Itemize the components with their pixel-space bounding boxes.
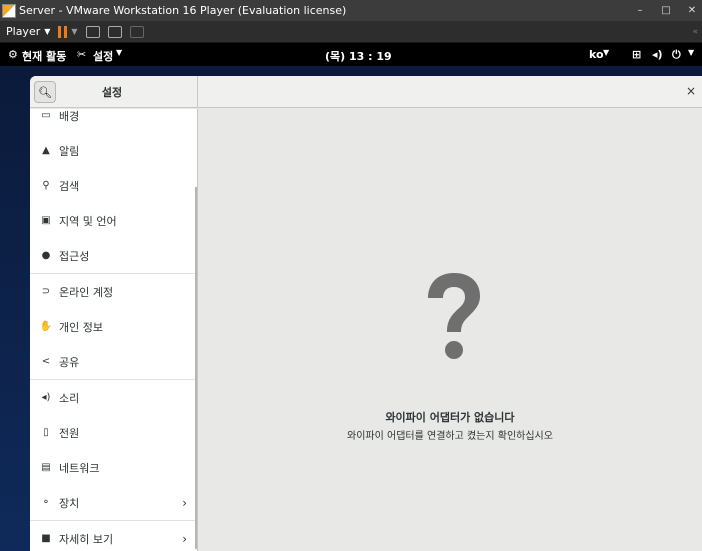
sidebar-item-online-accounts[interactable]: ⊃ 온라인 계정 (30, 274, 195, 309)
sidebar-item-sharing[interactable]: < 공유 (30, 344, 195, 379)
sidebar-item-label: 접근성 (59, 249, 90, 263)
sidebar-item-devices[interactable]: ⚬ 장치 › (30, 485, 195, 520)
system-menu-chevron-icon[interactable]: ▼ (688, 48, 694, 57)
search-icon: 🔍︎ (38, 85, 52, 99)
sidebar-item-notifications[interactable]: ▲ 알림 (30, 133, 195, 168)
close-window-button[interactable]: ✕ (678, 0, 702, 21)
speaker-icon: ◂) (41, 392, 51, 403)
sidebar-item-label: 알림 (59, 144, 80, 158)
vmware-logo-icon (2, 3, 16, 18)
power-menu-icon[interactable]: ⏻ (672, 48, 681, 62)
expand-toolbar-icon[interactable]: « (692, 27, 698, 37)
gnome-topbar: ⚙ 현재 활동 ✂ 설정 ▼ (목) 13 : 19 ko ▼ ⊞ ◂) ⏻ ▼ (0, 44, 702, 66)
power-icon: ▯ (43, 427, 49, 438)
accessibility-icon: ● (41, 250, 51, 261)
share-icon: < (41, 356, 51, 367)
sidebar-item-sound[interactable]: ◂) 소리 (30, 380, 195, 415)
sidebar-item-label: 네트워크 (59, 461, 100, 475)
sidebar-item-search[interactable]: ⚲ 검색 (30, 168, 195, 203)
fullscreen-icon[interactable] (107, 25, 122, 38)
settings-sidebar: ▭ 배경 ▲ 알림 ⚲ 검색 ▣ 지역 및 언어 ● 접근성 ⊃ 온라인 계정 … (30, 109, 198, 551)
region-icon: ▣ (41, 215, 51, 226)
search-icon: ⚲ (42, 180, 50, 191)
clock[interactable]: (목) 13 : 19 (325, 48, 392, 64)
sidebar-item-label: 소리 (59, 391, 80, 405)
app-menu-chevron-icon[interactable]: ▼ (116, 48, 122, 57)
sidebar-item-label: 배경 (59, 109, 80, 123)
pause-icon[interactable] (58, 25, 68, 38)
sidebar-item-details[interactable]: ■ 자세히 보기 › (30, 521, 195, 551)
vmware-toolbar: Player ▼ ▼ « (0, 21, 702, 43)
sidebar-item-label: 장치 (59, 496, 80, 510)
network-icon: ▤ (41, 462, 51, 473)
sidebar-item-label: 전원 (59, 426, 80, 440)
question-mark-icon (428, 273, 480, 359)
settings-app-icon: ✂ (77, 48, 87, 61)
window-title: Server - VMware Workstation 16 Player (E… (19, 4, 347, 17)
player-menu[interactable]: Player (6, 25, 40, 38)
sidebar-item-label: 검색 (59, 179, 80, 193)
sidebar-item-network[interactable]: ▤ 네트워크 (30, 450, 195, 485)
details-icon: ■ (41, 533, 51, 544)
sidebar-item-label: 자세히 보기 (59, 532, 114, 546)
sidebar-item-region-language[interactable]: ▣ 지역 및 언어 (30, 203, 195, 238)
no-wifi-adapter-subtitle: 와이파이 어댑터를 연결하고 켰는지 확인하십시오 (347, 431, 553, 442)
devices-icon: ⚬ (41, 497, 51, 508)
volume-icon[interactable]: ◂) (652, 48, 663, 61)
sidebar-item-power[interactable]: ▯ 전원 (30, 415, 195, 450)
sidebar-item-background[interactable]: ▭ 배경 (30, 98, 195, 133)
sidebar-item-label: 지역 및 언어 (59, 214, 117, 228)
unity-icon[interactable] (129, 25, 144, 38)
activities-button[interactable]: 현재 활동 (22, 48, 66, 64)
input-language[interactable]: ko (589, 48, 604, 61)
lang-chevron-icon[interactable]: ▼ (603, 48, 609, 57)
close-button[interactable]: × (686, 84, 696, 98)
send-ctrl-alt-del-icon[interactable] (85, 25, 100, 38)
sidebar-item-label: 온라인 계정 (59, 285, 114, 299)
privacy-icon: ✋ (39, 321, 53, 332)
network-status-icon[interactable]: ⊞ (632, 48, 641, 61)
settings-window: 🔍︎ 설정 × ▭ 배경 ▲ 알림 ⚲ 검색 ▣ 지역 및 언어 ● 접근성 ⊃ (30, 76, 702, 551)
chevron-right-icon: › (182, 531, 187, 546)
sidebar-scrollbar[interactable] (195, 187, 197, 549)
sidebar-item-accessibility[interactable]: ● 접근성 (30, 238, 195, 273)
online-accounts-icon: ⊃ (41, 286, 51, 297)
vmware-titlebar: Server - VMware Workstation 16 Player (E… (0, 0, 702, 21)
settings-app-menu[interactable]: 설정 (93, 48, 113, 64)
chevron-right-icon: › (182, 495, 187, 510)
sidebar-item-privacy[interactable]: ✋ 개인 정보 (30, 309, 195, 344)
sidebar-item-label: 개인 정보 (59, 320, 103, 334)
bell-icon: ▲ (42, 145, 50, 156)
background-icon: ▭ (41, 110, 51, 121)
wifi-panel: 와이파이 어댑터가 없습니다 와이파이 어댑터를 연결하고 켰는지 확인하십시오 (198, 109, 702, 551)
maximize-button[interactable]: □ (652, 0, 680, 21)
player-dropdown-icon[interactable]: ▼ (44, 27, 50, 36)
activities-icon: ⚙ (8, 48, 18, 61)
sidebar-item-label: 공유 (59, 355, 80, 369)
minimize-button[interactable]: – (626, 0, 654, 21)
no-wifi-adapter-title: 와이파이 어댑터가 없습니다 (385, 411, 515, 424)
pause-dropdown-icon[interactable]: ▼ (71, 27, 77, 36)
